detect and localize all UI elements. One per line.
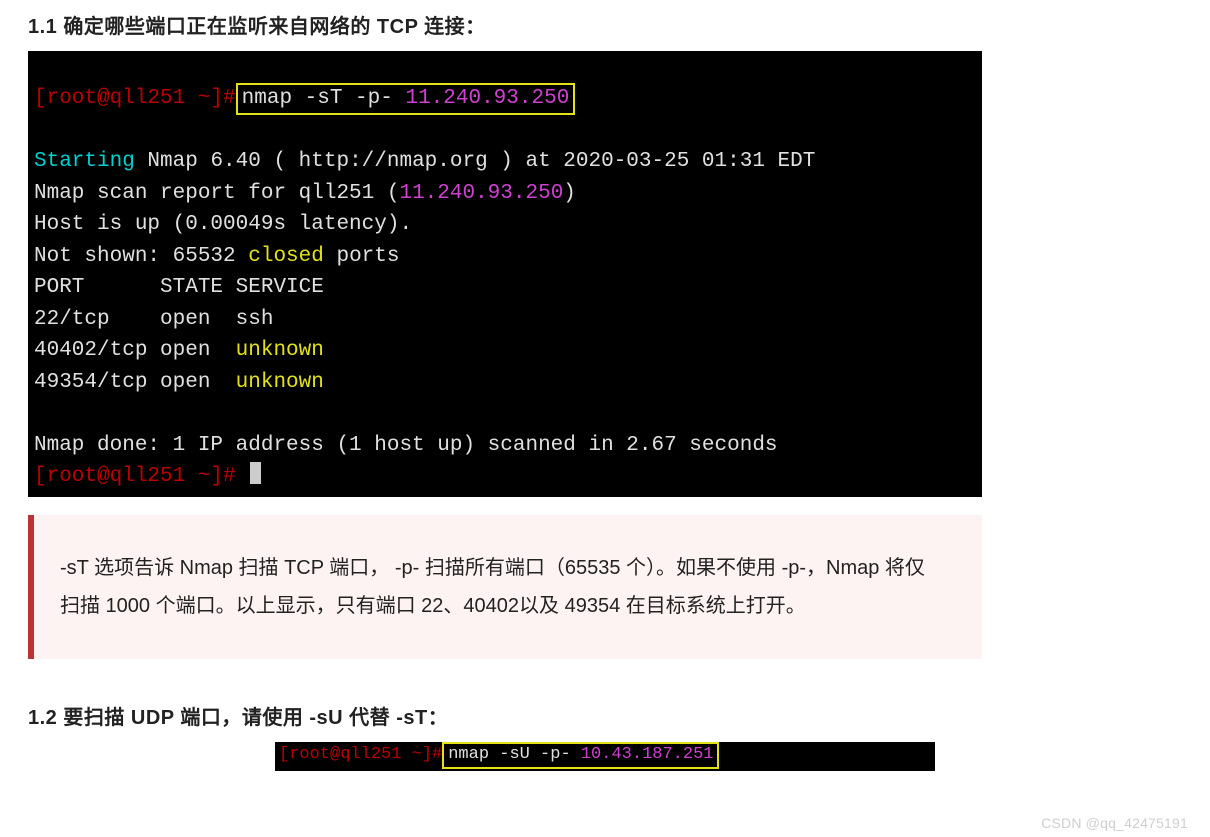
port-row: 49354/tcp open bbox=[34, 371, 236, 394]
prompt-end: [root@qll251 ~]# bbox=[34, 465, 248, 488]
report-prefix: Nmap scan report for qll251 ( bbox=[34, 182, 399, 205]
closed-word: closed bbox=[248, 245, 324, 268]
port-row: 40402/tcp open bbox=[34, 339, 236, 362]
terminal-nmap-tcp: [root@qll251 ~]# nmap -sT -p- 11.240.93.2… bbox=[28, 51, 982, 497]
cursor-icon bbox=[250, 462, 261, 484]
terminal-nmap-udp: [root@qll251 ~]# nmap -sU -p- 10.43.187.2… bbox=[275, 742, 935, 771]
service-ssh: ssh bbox=[236, 308, 274, 331]
service-unknown: unknown bbox=[236, 339, 324, 362]
command-ip: 11.240.93.250 bbox=[405, 87, 569, 110]
note-block: -sT 选项告诉 Nmap 扫描 TCP 端口， -p- 扫描所有端口（6553… bbox=[28, 515, 982, 659]
command-ip: 10.43.187.251 bbox=[581, 745, 714, 764]
service-unknown: unknown bbox=[236, 371, 324, 394]
prompt: [root@qll251 ~]# bbox=[34, 87, 236, 110]
done-line: Nmap done: 1 IP address (1 host up) scan… bbox=[34, 434, 778, 457]
starting-rest: Nmap 6.40 ( http://nmap.org ) at 2020-03… bbox=[135, 150, 816, 173]
command-text: nmap -sU -p- bbox=[448, 745, 581, 764]
port-row: 22/tcp open bbox=[34, 308, 236, 331]
note-text: -sT 选项告诉 Nmap 扫描 TCP 端口， -p- 扫描所有端口（6553… bbox=[60, 557, 925, 617]
heading-1-1: 1.1 确定哪些端口正在监听来自网络的 TCP 连接： bbox=[28, 10, 1182, 39]
notshown-prefix: Not shown: 65532 bbox=[34, 245, 248, 268]
port-header: PORT STATE SERVICE bbox=[34, 276, 324, 299]
notshown-suffix: ports bbox=[324, 245, 400, 268]
starting-word: Starting bbox=[34, 150, 135, 173]
prompt: [root@qll251 ~]# bbox=[279, 745, 442, 764]
host-line: Host is up (0.00049s latency). bbox=[34, 213, 412, 236]
heading-1-2: 1.2 要扫描 UDP 端口，请使用 -sU 代替 -sT： bbox=[28, 701, 1182, 730]
watermark: CSDN @qq_42475191 bbox=[1041, 815, 1188, 831]
command-text: nmap -sT -p- bbox=[242, 87, 406, 110]
report-suffix: ) bbox=[563, 182, 576, 205]
report-ip: 11.240.93.250 bbox=[399, 182, 563, 205]
